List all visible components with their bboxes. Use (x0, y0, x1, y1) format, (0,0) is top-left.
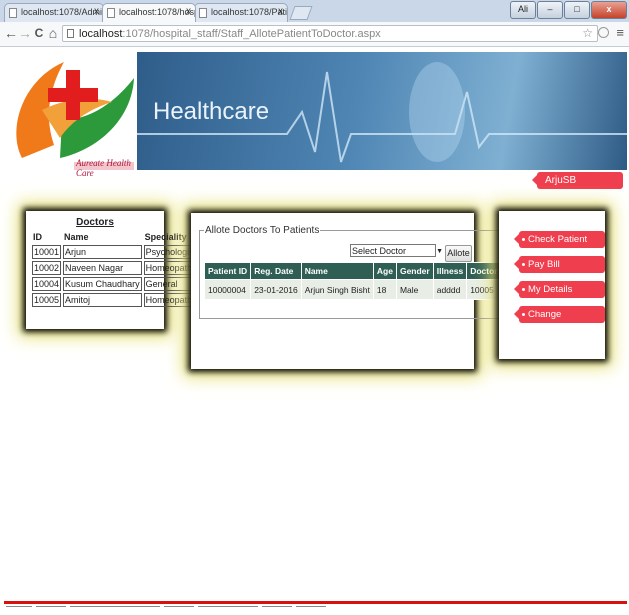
status-bar (0, 606, 629, 615)
menu-check-patient[interactable]: Check Patient (514, 231, 605, 248)
status-segment (262, 606, 292, 613)
side-menu: Check Patient Pay Bill My Details Change… (499, 211, 605, 359)
select-row: Select Doctor ▼ Allote (204, 242, 528, 262)
user-badge[interactable]: ArjuSB (532, 172, 623, 189)
back-arrow-icon[interactable]: ← (4, 25, 18, 41)
table-cell: Arjun Singh Bisht (300, 279, 374, 300)
tab-label: localhost:1078/hospital_st (119, 7, 195, 17)
page-icon (199, 8, 207, 18)
page-icon (67, 29, 74, 38)
status-segment (164, 606, 194, 613)
footer-divider (4, 601, 627, 604)
page-icon (9, 8, 17, 18)
tab-label: localhost:1078/Admin/M (21, 7, 103, 17)
allot-fieldset: Allote Doctors To Patients Select Doctor… (199, 225, 536, 319)
logo-text: Aureate Health Care (76, 158, 131, 178)
table-cell: 10005 (32, 293, 62, 307)
column-header: Reg. Date (250, 262, 302, 280)
table-header-row: ID Name Speciality (32, 231, 198, 243)
status-segment (198, 606, 258, 613)
url-path: :1078/hospital_staff/Staff_AllotePatient… (122, 28, 381, 40)
extension-icon[interactable] (598, 27, 609, 38)
browser-titlebar: localhost:1078/Admin/M x localhost:1078/… (0, 0, 629, 22)
status-segment (6, 606, 32, 613)
close-tab-icon[interactable]: x (278, 6, 283, 17)
allot-panel: Allote Doctors To Patients Select Doctor… (191, 213, 536, 369)
table-cell: Arjun (63, 245, 142, 259)
column-header: ID (33, 232, 42, 242)
table-cell: 10004 (32, 277, 62, 291)
column-header: Illness (432, 262, 468, 280)
doctors-panel: Doctors ID Name Speciality 10001 Arjun P… (26, 211, 199, 329)
doctor-select-value: Select Doctor (352, 246, 407, 256)
allote-button[interactable]: Allote (445, 245, 472, 262)
chrome-menu-icon[interactable]: ≡ (616, 25, 624, 40)
browser-tab-admin[interactable]: localhost:1078/Admin/M x (4, 3, 104, 22)
column-header: Name (64, 232, 89, 242)
table-cell: Amitoj (63, 293, 142, 307)
menu-change-password[interactable]: Change Password (514, 306, 605, 337)
table-row: 10001 Arjun Psychologist (32, 245, 199, 259)
doctor-select[interactable]: Select Doctor ▼ (350, 244, 443, 257)
column-header: Name (300, 262, 374, 280)
banner-title: Healthcare (153, 98, 270, 125)
new-tab-button[interactable] (289, 6, 313, 20)
doctors-table: ID Name Speciality 10001 Arjun Psycholog… (30, 229, 200, 309)
column-header: Gender (395, 262, 434, 280)
table-row: 10005 Amitoj Homeopath (32, 293, 199, 307)
reload-icon[interactable]: C (32, 26, 46, 40)
table-cell: 18 (372, 279, 397, 300)
status-segment (70, 606, 160, 613)
column-header: Speciality (144, 232, 187, 242)
table-cell: adddd (432, 279, 468, 300)
close-tab-icon[interactable]: x (186, 6, 191, 17)
table-header-row: Patient ID Reg. Date Name Age Gender Ill… (203, 262, 529, 280)
patients-table: Patient ID Reg. Date Name Age Gender Ill… (203, 262, 529, 300)
home-icon[interactable]: ⌂ (46, 25, 60, 41)
table-cell: Homeopath (143, 261, 199, 275)
forward-arrow-icon[interactable]: → (18, 25, 32, 41)
close-window-button[interactable]: x (591, 1, 627, 19)
bookmark-star-icon[interactable]: ☆ (582, 25, 593, 42)
window-controls: Ali – □ x (510, 1, 627, 19)
minimize-button[interactable]: – (537, 1, 563, 19)
page-icon (107, 8, 115, 18)
table-cell: Homeopath (143, 293, 199, 307)
table-cell: 10000004 (203, 279, 252, 300)
table-cell: 10002 (32, 261, 62, 275)
menu-pay-bill[interactable]: Pay Bill (514, 256, 605, 273)
browser-toolbar: ← → C ⌂ localhost:1078/hospital_staff/St… (0, 22, 629, 47)
column-header: Patient ID (203, 262, 252, 280)
site-logo[interactable]: Aureate Health Care (2, 50, 136, 178)
table-cell: Psychologist (143, 245, 199, 259)
healthcare-banner: Healthcare (137, 52, 627, 170)
table-cell: General (143, 277, 199, 291)
close-tab-icon[interactable]: x (94, 6, 99, 17)
status-segment (36, 606, 66, 613)
dropdown-arrow-icon: ▼ (436, 248, 443, 255)
table-cell: Male (395, 279, 434, 300)
user-button[interactable]: Ali (510, 1, 536, 19)
browser-tab-hospital-staff[interactable]: localhost:1078/hospital_st x (102, 3, 196, 22)
allot-legend: Allote Doctors To Patients (205, 225, 320, 236)
menu-my-details[interactable]: My Details (514, 281, 605, 298)
table-cell: Kusum Chaudhary (63, 277, 142, 291)
url-host: localhost (79, 28, 123, 40)
table-row: 10004 Kusum Chaudhary General (32, 277, 199, 291)
table-cell: 23-01-2016 (250, 279, 302, 300)
tab-label: localhost:1078/PatientRe (211, 7, 288, 17)
table-cell: Naveen Nagar (63, 261, 142, 275)
table-row: 10002 Naveen Nagar Homeopath (32, 261, 199, 275)
logo-graphic (16, 62, 134, 170)
browser-tab-patient[interactable]: localhost:1078/PatientRe x (194, 3, 288, 22)
maximize-button[interactable]: □ (564, 1, 590, 19)
table-cell: 10001 (32, 245, 62, 259)
status-segment (296, 606, 326, 613)
column-header: Age (372, 262, 397, 280)
table-row: 10000004 23-01-2016 Arjun Singh Bisht 18… (203, 279, 529, 300)
address-bar[interactable]: localhost:1078/hospital_staff/Staff_Allo… (62, 25, 598, 42)
doctors-caption: Doctors (76, 217, 114, 228)
